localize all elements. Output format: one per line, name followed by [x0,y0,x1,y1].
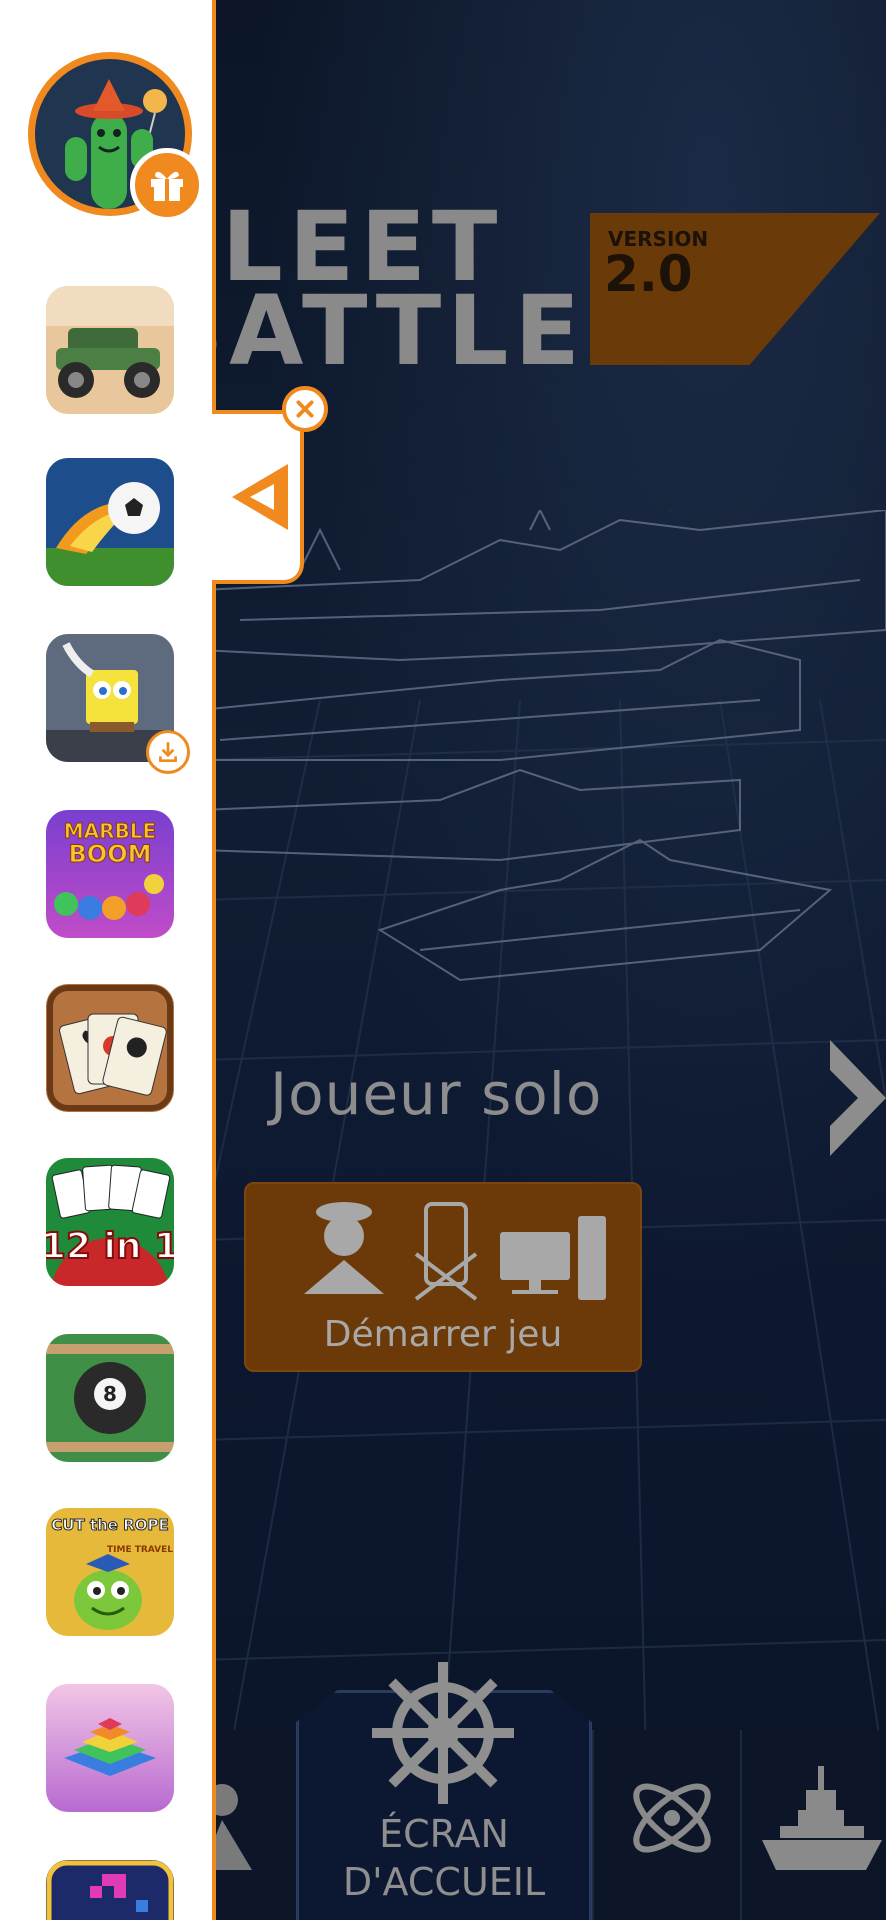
atom-icon [633,1783,711,1853]
card-games-icon: 12 in 1 [46,1158,174,1286]
time-travel-subtitle: TIME TRAVEL [107,1545,173,1555]
marble-title-line-2: BOOM [69,840,152,868]
game-tile-billiards[interactable]: 8 [46,1334,174,1462]
blocks-icon [46,1860,174,1920]
playing-cards-icon [46,984,174,1112]
fleet-battle-logo: VERSION 2.0 FLEET BATTLE [150,199,880,379]
home-tab-label: ÉCRAN D'ACCUEIL [296,1810,592,1906]
om-nom-icon: CUT the ROPE TIME TRAVEL [46,1508,174,1636]
nav-tab-research[interactable] [592,1730,740,1920]
collapse-sidebar-tab[interactable] [212,410,304,584]
games-sidebar: MARBLE BOOM 12 in 1 8 CUT the ROPE TIME … [0,0,216,1920]
profile-avatar[interactable] [28,52,204,222]
nav-tab-fleet[interactable] [740,1730,886,1920]
jeep-icon [46,286,174,414]
home-label-line-1: ÉCRAN [379,1812,509,1856]
version-badge: VERSION 2.0 [590,213,880,365]
home-label-line-2: D'ACCUEIL [342,1860,546,1904]
chevron-right-icon[interactable] [828,1040,886,1160]
player-vs-icons [304,1202,606,1301]
8-ball-icon: 8 [46,1334,174,1462]
game-tile-cut-the-rope[interactable]: CUT the ROPE TIME TRAVEL [46,1508,174,1636]
svg-text:8: 8 [103,1382,117,1406]
gift-icon[interactable] [130,148,204,222]
fleet-ships-illustration [200,510,886,982]
game-mode-selector[interactable]: Joueur solo [270,1040,886,1160]
start-game-label: Démarrer jeu [323,1314,563,1355]
ship-wheel-icon [372,1662,514,1804]
triangle-left-icon [232,464,288,530]
twelve-in-one-text: 12 in 1 [46,1226,174,1267]
stacked-blocks-icon [46,1684,174,1812]
game-tile-12-in-1[interactable]: 12 in 1 [46,1158,174,1286]
start-game-button[interactable]: Démarrer jeu [244,1182,642,1372]
game-mode-label: Joueur solo [270,1060,603,1128]
fireball-soccer-icon [46,458,174,586]
game-tile-solitaire[interactable] [46,984,174,1112]
download-icon[interactable] [146,730,190,774]
game-tile-stack[interactable] [46,1684,174,1812]
game-tile-soccer[interactable] [46,458,174,586]
cut-rope-title: CUT the ROPE [51,1516,168,1534]
game-tile-tetris[interactable] [46,1860,174,1920]
version-number: 2.0 [604,245,693,303]
game-tile-marble-boom[interactable]: MARBLE BOOM [46,810,174,938]
battleship-icon [762,1766,882,1870]
game-tile-monster-truck[interactable] [46,286,174,414]
close-icon[interactable] [282,386,328,432]
marble-boom-icon: MARBLE BOOM [46,810,174,938]
